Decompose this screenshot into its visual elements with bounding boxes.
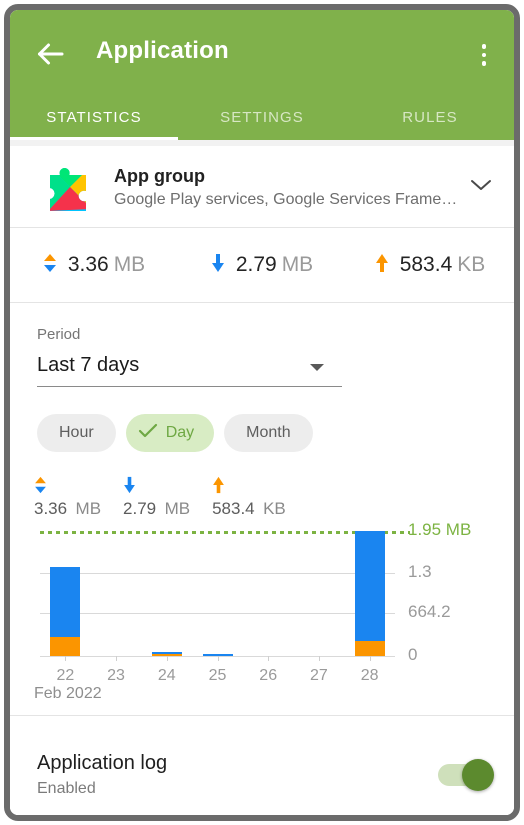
stat-total: 3.36 MB: [34, 476, 101, 519]
tab-rules[interactable]: RULES: [346, 94, 514, 140]
chart-x-tick-label: 25: [208, 667, 227, 684]
app-group-name: App group: [114, 166, 205, 186]
stat-value: 2.79: [235, 253, 277, 276]
stat-total: 3.36 MB: [10, 253, 178, 278]
app-screen: Application STATISTICS SETTINGS RULES Ap…: [10, 10, 514, 815]
stat-download: 2.79 MB: [123, 476, 190, 519]
check-icon: [138, 423, 158, 444]
tab-settings[interactable]: SETTINGS: [178, 94, 346, 140]
device-frame: Application STATISTICS SETTINGS RULES Ap…: [4, 4, 520, 821]
chart-x-tick: [166, 656, 168, 661]
chart-bar: [354, 531, 385, 656]
menu-dot: [481, 61, 487, 66]
chart-bar-download-segment: [354, 531, 385, 642]
chart-x-tick: [318, 656, 320, 661]
stat-value: 3.36: [67, 253, 109, 276]
chart-x-tick-label: 26: [259, 667, 278, 684]
stat-upload: 583.4 KB: [346, 253, 514, 278]
chip-hour[interactable]: Hour: [37, 414, 116, 452]
chart-bar-upload-segment: [50, 636, 81, 656]
app-group-subtitle: Google Play services, Google Services Fr…: [114, 191, 458, 208]
chart-x-tick-label: 23: [107, 667, 125, 684]
stat-value: 583.4: [399, 253, 453, 276]
stat-value: 2.79: [123, 499, 157, 518]
app-group-row[interactable]: App group Google Play services, Google S…: [10, 146, 514, 227]
divider: [10, 302, 514, 303]
stat-unit: MB: [281, 253, 314, 276]
toggle-knob: [462, 759, 494, 791]
chart-x-tick-label: 28: [360, 667, 379, 684]
chart-x-tick-label: 22: [56, 667, 75, 684]
tab-label: STATISTICS: [46, 108, 142, 126]
tab-label: SETTINGS: [220, 108, 304, 126]
usage-bar-chart: 22 23 24 25 26 27 28 1.95 MB 1.3 664.2 0 Feb 2022: [10, 520, 514, 706]
summary-row-chart: 3.36 MB 2.79 MB 583.4 KB: [34, 476, 308, 519]
chevron-down-icon[interactable]: [470, 178, 492, 192]
toolbar: Application STATISTICS SETTINGS RULES: [10, 10, 514, 140]
tab-bar: STATISTICS SETTINGS RULES: [10, 94, 514, 140]
arrow-up-icon: [375, 253, 389, 278]
stat-value: 3.36: [34, 499, 68, 518]
page-title: Application: [96, 37, 229, 64]
arrow-up-icon: [212, 476, 277, 499]
chart-x-tick: [116, 656, 118, 661]
chart-bar-upload-segment: [354, 641, 385, 656]
chart-x-tick-label: 24: [157, 667, 176, 684]
tab-statistics[interactable]: STATISTICS: [10, 94, 178, 140]
application-log-title: Application log: [37, 752, 168, 774]
up-down-arrow-icon: [43, 253, 57, 278]
stat-unit: MB: [164, 499, 191, 518]
chart-bar: [50, 566, 81, 656]
chip-label: Day: [165, 424, 195, 441]
stat-unit: KB: [457, 253, 486, 276]
chart-x-tick: [65, 656, 67, 661]
stat-unit: MB: [113, 253, 146, 276]
stat-unit: MB: [75, 499, 102, 518]
period-value: Last 7 days: [37, 354, 140, 376]
chart-x-tick: [369, 656, 371, 661]
caret-down-icon: [310, 364, 324, 371]
chart-x-tick-label: 27: [310, 667, 328, 684]
application-log-toggle[interactable]: [438, 759, 494, 791]
statistics-card: App group Google Play services, Google S…: [10, 146, 514, 715]
menu-dot: [481, 44, 487, 49]
more-vertical-icon[interactable]: [472, 36, 496, 72]
chart-y-tick-label: 1.95 MB: [408, 520, 472, 539]
menu-dot: [481, 52, 487, 57]
chip-day[interactable]: Day: [125, 414, 215, 452]
chart-gridline: [40, 572, 395, 574]
period-dropdown[interactable]: Last 7 days: [37, 351, 342, 387]
chart-y-tick-label: 0: [408, 645, 418, 664]
chip-label: Hour: [59, 424, 94, 441]
chip-month[interactable]: Month: [224, 414, 313, 452]
period-label: Period: [37, 326, 81, 343]
chart-x-axis-caption: Feb 2022: [34, 685, 102, 702]
google-play-services-icon: [40, 161, 96, 217]
stat-upload: 583.4 KB: [212, 476, 286, 519]
back-arrow-icon[interactable]: [32, 36, 68, 72]
up-down-arrow-icon: [34, 476, 92, 499]
chart-x-tick: [217, 656, 219, 661]
chart-y-tick-label: 664.2: [408, 602, 451, 622]
chart-plot-area: 22 23 24 25 26 27 28: [40, 531, 410, 684]
tab-label: RULES: [402, 108, 458, 126]
arrow-down-icon: [211, 253, 225, 278]
chart-gridline: [40, 613, 395, 615]
chart-x-tick: [268, 656, 270, 661]
chip-label: Month: [246, 424, 291, 441]
stat-download: 2.79 MB: [178, 253, 346, 278]
arrow-down-icon: [123, 476, 181, 499]
granularity-chip-group: Hour Day Month: [37, 414, 313, 452]
application-log-status: Enabled: [37, 780, 96, 797]
summary-row-total: 3.36 MB 2.79 MB 583.4 KB: [10, 228, 514, 302]
application-log-row[interactable]: Application log Enabled: [10, 716, 514, 815]
stat-unit: KB: [263, 499, 286, 518]
chart-bar-download-segment: [50, 566, 81, 637]
chart-y-tick-label: 1.3: [408, 561, 432, 581]
stat-value: 583.4: [212, 499, 255, 518]
